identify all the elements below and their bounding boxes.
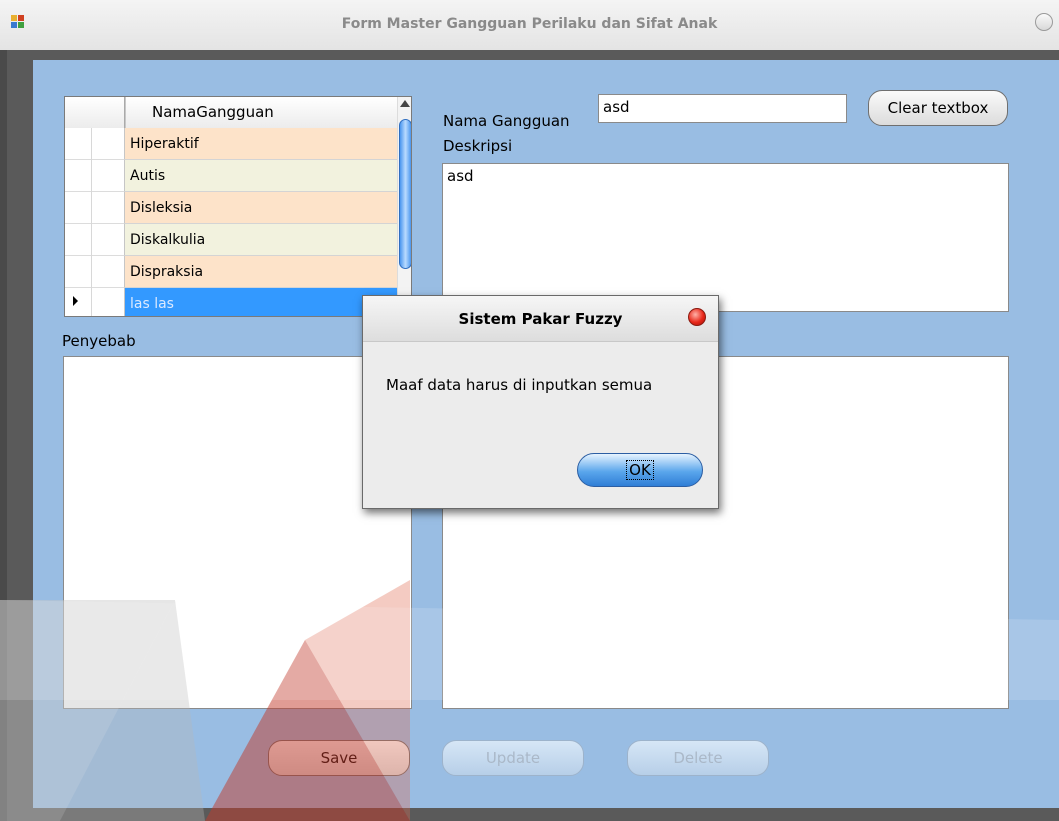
dialog-close-icon[interactable]: [688, 308, 706, 326]
ok-button[interactable]: OK: [577, 453, 703, 487]
row-header[interactable]: [65, 288, 125, 316]
dialog-message: Maaf data harus di inputkan semua: [386, 376, 653, 394]
title-bar: Form Master Gangguan Perilaku dan Sifat …: [0, 0, 1059, 50]
row-header[interactable]: [65, 128, 125, 160]
scroll-up-arrow-icon[interactable]: [400, 100, 410, 107]
grid-cell[interactable]: Diskalkulia: [125, 224, 397, 256]
table-row[interactable]: Dispraksia: [65, 256, 397, 288]
table-row[interactable]: las las: [65, 288, 397, 316]
current-row-arrow-icon: [73, 296, 78, 306]
gangguan-data-grid[interactable]: NamaGangguan Hiperaktif Autis Disleksia Dis…: [64, 96, 412, 317]
deskripsi-label: Deskripsi: [443, 137, 513, 155]
grid-header: NamaGangguan: [65, 97, 397, 129]
row-header[interactable]: [65, 224, 125, 256]
ok-button-label: OK: [626, 460, 654, 480]
nama-gangguan-label: Nama Gangguan: [443, 112, 570, 130]
save-button[interactable]: Save: [268, 740, 410, 776]
grid-cell[interactable]: Disleksia: [125, 192, 397, 224]
window-close-icon[interactable]: [1035, 13, 1053, 31]
nama-gangguan-input[interactable]: asd: [598, 94, 847, 123]
penyebab-label: Penyebab: [62, 332, 136, 350]
dialog-title-bar: Sistem Pakar Fuzzy: [363, 296, 718, 342]
table-row[interactable]: Disleksia: [65, 192, 397, 224]
update-button[interactable]: Update: [442, 740, 584, 776]
grid-cell[interactable]: las las: [125, 288, 397, 316]
column-header-namagangguan[interactable]: NamaGangguan: [124, 97, 397, 128]
grid-vertical-scrollbar[interactable]: [397, 97, 411, 316]
row-header[interactable]: [65, 256, 125, 288]
deskripsi-textarea[interactable]: asd: [442, 163, 1009, 312]
clear-textbox-button[interactable]: Clear textbox: [868, 90, 1008, 126]
grid-corner-header[interactable]: [65, 97, 126, 128]
table-row[interactable]: Autis: [65, 160, 397, 192]
scroll-thumb[interactable]: [399, 119, 411, 269]
message-dialog: Sistem Pakar Fuzzy Maaf data harus di in…: [362, 295, 719, 509]
row-header[interactable]: [65, 192, 125, 224]
dialog-title: Sistem Pakar Fuzzy: [458, 310, 623, 328]
table-row[interactable]: Diskalkulia: [65, 224, 397, 256]
grid-cell[interactable]: Hiperaktif: [125, 128, 397, 160]
delete-button[interactable]: Delete: [627, 740, 769, 776]
row-header[interactable]: [65, 160, 125, 192]
grid-cell[interactable]: Dispraksia: [125, 256, 397, 288]
window-title: Form Master Gangguan Perilaku dan Sifat …: [341, 16, 718, 32]
grid-cell[interactable]: Autis: [125, 160, 397, 192]
table-row[interactable]: Hiperaktif: [65, 128, 397, 160]
penyebab-textarea[interactable]: [63, 356, 412, 709]
